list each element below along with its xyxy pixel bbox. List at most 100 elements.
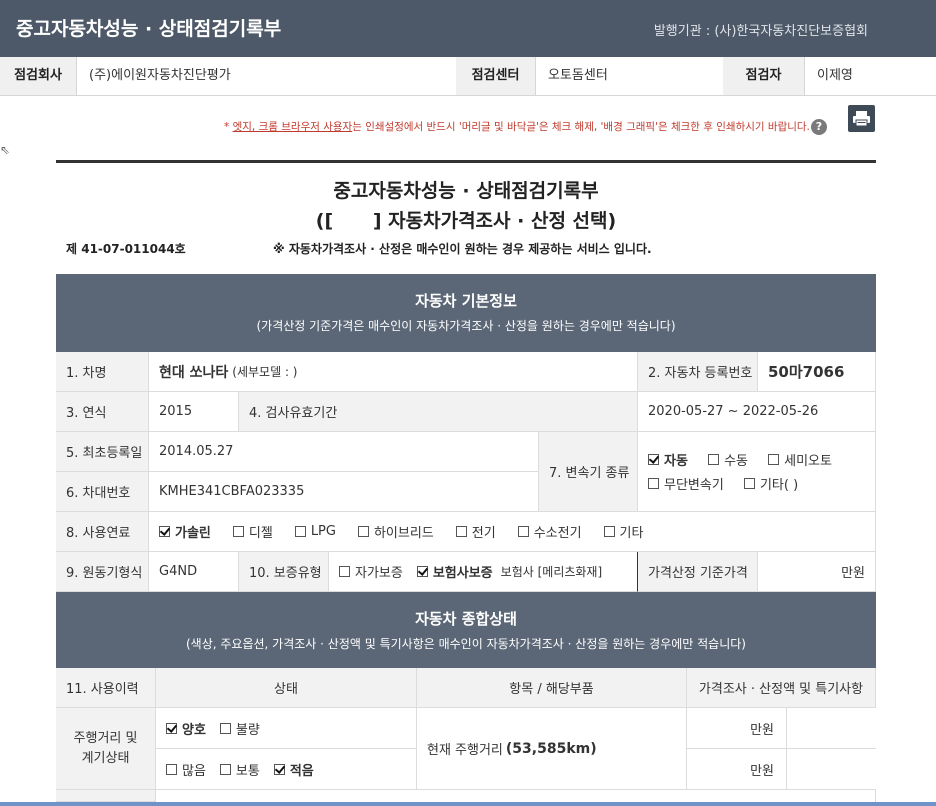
help-icon[interactable]: ? [811, 119, 827, 135]
car-name-cell: 현대 쏘나타 (세부모델 : ) [149, 352, 638, 392]
checkbox-icon [517, 526, 529, 537]
notice-text: 는 인쇄설정에서 반드시 '머리글 및 바닥글'은 체크 해제, '배경 그래픽… [352, 121, 810, 133]
fuel-label: 8. 사용연료 [56, 512, 149, 552]
trans-option-other[interactable]: 기타( ) [743, 474, 798, 493]
top-bar: 중고자동차성능 · 상태점검기록부 발행기관 : (사)한국자동차진단보증협회 [0, 0, 936, 57]
first-reg-label: 5. 최초등록일 [56, 432, 149, 472]
col-price-header: 가격조사 · 산정액 및 특기사항 [687, 668, 876, 708]
window-bottom-edge [0, 802, 936, 806]
fuel-option-diesel[interactable]: 디젤 [232, 522, 273, 541]
notice-prefix: * [224, 121, 233, 133]
cursor-icon: ⇖ [0, 143, 11, 157]
notice-browser-link[interactable]: 엣지, 크롬 브라우저 사용자 [233, 121, 353, 133]
issuer-text: 발행기관 : (사)한국자동차진단보증협회 [653, 24, 868, 39]
print-button[interactable] [848, 105, 875, 132]
price-unit-1: 만원 [687, 708, 787, 749]
company-value: (주)에이원자동차진단평가 [76, 57, 469, 95]
basic-info-heading: 자동차 기본정보 [415, 292, 517, 310]
warranty-option-insurance[interactable]: 보험사보증 [416, 562, 493, 581]
center-value: 오토돔센터 [535, 57, 723, 95]
trans-option-manual[interactable]: 수동 [708, 450, 748, 469]
insurer-name: 보험사 [메리츠화재] [500, 565, 603, 579]
price-note-2 [787, 749, 876, 790]
validity-value: 2020-05-27 ~ 2022-05-26 [638, 392, 876, 432]
mileage-prefix: 현재 주행거리 [427, 743, 503, 758]
document-subtitle: ([ ] 자동차가격조사 · 산정 선택) [315, 210, 617, 232]
amount-option-low[interactable]: 적음 [273, 760, 314, 779]
print-notice: * 엣지, 크롬 브라우저 사용자는 인쇄설정에서 반드시 '머리글 및 바닥글… [224, 119, 810, 134]
fuel-option-gasoline[interactable]: 가솔린 [159, 522, 211, 541]
basic-info-subtitle: (가격산정 기준가격은 매수인이 자동차가격조사 · 산정을 원하는 경우에만 … [256, 319, 676, 333]
checkbox-icon [708, 454, 720, 465]
checkbox-icon [339, 566, 350, 577]
engine-label: 9. 원동기형식 [56, 552, 149, 592]
checkbox-icon [357, 526, 369, 537]
price-label: 가격산정 기준가격 [638, 552, 758, 592]
year-value: 2015 [149, 392, 239, 432]
reg-no-label: 2. 자동차 등록번호 [638, 352, 758, 392]
status-subtitle: (색상, 주요옵션, 가격조사 · 산정액 및 특기사항은 매수인이 자동차가격… [186, 637, 746, 651]
engine-value: G4ND [149, 552, 239, 592]
fuel-option-other[interactable]: 기타 [603, 522, 643, 541]
inspector-value: 이제영 [804, 57, 936, 95]
center-label: 점검센터 [456, 57, 535, 95]
amount-options: 많음 보통 적음 [156, 749, 417, 790]
company-label: 점검회사 [0, 57, 76, 95]
mileage-value: (53,585km) [505, 740, 597, 757]
status-banner: 자동차 종합상태 (색상, 주요옵션, 가격조사 · 산정액 및 특기사항은 매… [56, 592, 876, 668]
trans-option-semiauto[interactable]: 세미오토 [768, 450, 832, 469]
price-unit-2: 만원 [687, 749, 787, 790]
col-item-header: 항목 / 해당부품 [417, 668, 687, 708]
vin-label: 6. 차대번호 [56, 472, 149, 512]
car-model-detail: (세부모델 : ) [232, 365, 298, 379]
fuel-option-lpg[interactable]: LPG [294, 524, 336, 539]
warranty-options: 자가보증 보험사보증 보험사 [메리츠화재] [329, 552, 638, 592]
document-note: ※ 자동차가격조사 · 산정은 매수인이 원하는 경우 제공하는 서비스 입니다… [273, 242, 652, 256]
next-row-cells [156, 790, 876, 802]
col-state-header: 상태 [156, 668, 417, 708]
basic-info-banner: 자동차 기본정보 (가격산정 기준가격은 매수인이 자동차가격조사 · 산정을 … [56, 274, 876, 352]
printer-icon [853, 111, 870, 127]
condition-options: 양호 불량 [156, 708, 417, 749]
checkbox-icon [273, 763, 285, 775]
trans-option-auto[interactable]: 자동 [648, 450, 688, 469]
inspection-info-row: 점검회사 (주)에이원자동차진단평가 점검센터 오토돔센터 점검자 이제영 [0, 57, 936, 96]
first-reg-value: 2014.05.27 [149, 432, 539, 472]
validity-label: 4. 검사유효기간 [239, 392, 638, 432]
checkbox-icon [648, 478, 659, 489]
warranty-option-self[interactable]: 자가보증 [339, 562, 403, 581]
amount-option-many[interactable]: 많음 [166, 760, 206, 779]
app-title: 중고자동차성능 · 상태점검기록부 [16, 18, 282, 40]
checkbox-icon [743, 478, 755, 489]
year-label: 3. 연식 [56, 392, 149, 432]
reg-no-value: 50마7066 [758, 352, 876, 392]
checkbox-icon [455, 526, 467, 537]
fuel-option-hydrogen[interactable]: 수소전기 [517, 522, 582, 541]
checkbox-icon [166, 763, 177, 775]
document-top-rule [56, 160, 876, 163]
trans-option-cvt[interactable]: 무단변속기 [648, 474, 724, 493]
condition-option-good[interactable]: 양호 [166, 719, 206, 738]
transmission-label: 7. 변속기 종류 [539, 432, 638, 512]
next-row-label [56, 790, 156, 802]
fuel-options: 가솔린 디젤 LPG 하이브리드 전기 수소전기 기타 [149, 512, 876, 552]
price-note-1 [787, 708, 876, 749]
fuel-option-electric[interactable]: 전기 [455, 522, 496, 541]
amount-option-normal[interactable]: 보통 [219, 760, 260, 779]
fuel-option-hybrid[interactable]: 하이브리드 [357, 522, 434, 541]
status-heading: 자동차 종합상태 [415, 610, 517, 628]
car-name-value: 현대 쏘나타 [159, 364, 229, 381]
checkbox-icon [648, 454, 659, 465]
document-number: 제 41-07-011044호 [66, 242, 186, 256]
inspector-label: 점검자 [723, 57, 804, 95]
vin-value: KMHE341CBFA023335 [149, 472, 539, 512]
checkbox-icon [159, 526, 170, 537]
checkbox-icon [219, 722, 231, 734]
mileage-label-line1: 주행거리 및 [73, 730, 138, 746]
condition-option-bad[interactable]: 불량 [219, 719, 260, 738]
mileage-label-line2: 계기상태 [81, 750, 130, 766]
transmission-options: 자동 수동 세미오토 무단변속기 기타( ) [638, 432, 876, 512]
checkbox-icon [768, 454, 780, 465]
checkbox-icon [416, 566, 428, 577]
car-name-label: 1. 차명 [56, 352, 149, 392]
